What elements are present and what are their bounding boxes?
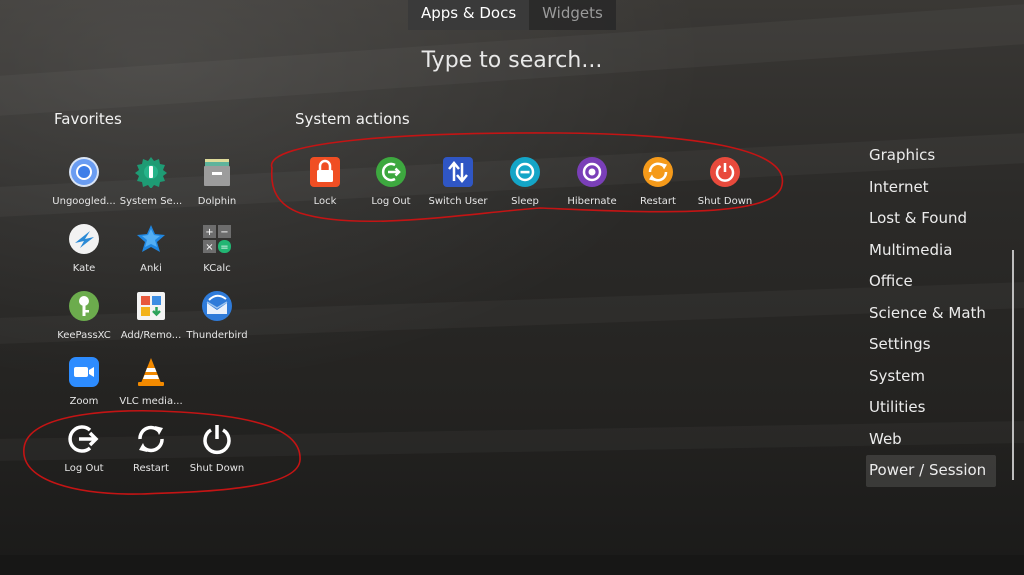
favorite-restart[interactable]: Restart (118, 423, 184, 474)
favorite-label: Add/Remo... (120, 330, 182, 341)
favorite-system-settings[interactable]: System Se... (118, 156, 184, 207)
category-lost-found[interactable]: Lost & Found (866, 203, 996, 235)
discover-icon (137, 292, 165, 320)
restart-icon (138, 425, 164, 453)
favorite-chromium[interactable]: Ungoogled... (51, 156, 117, 207)
dolphin-icon (204, 159, 230, 186)
action-label: Log Out (371, 196, 411, 207)
favorite-keepassxc[interactable]: KeePassXC (51, 290, 117, 341)
switch-user-icon (443, 157, 473, 187)
favorite-label: Shut Down (189, 463, 245, 474)
view-tab-bar: Apps & Docs Widgets (408, 0, 616, 30)
favorite-label: KeePassXC (57, 330, 111, 341)
category-settings[interactable]: Settings (866, 329, 996, 361)
favorite-zoom[interactable]: Zoom (51, 356, 117, 407)
restart-icon (643, 157, 673, 187)
favorite-label: Restart (133, 463, 169, 474)
favorite-log-out[interactable]: Log Out (51, 423, 117, 474)
favorite-label: Log Out (64, 463, 104, 474)
action-hibernate[interactable]: Hibernate (559, 156, 625, 207)
tab-apps-docs[interactable]: Apps & Docs (408, 0, 530, 30)
svg-text:+: + (205, 227, 213, 238)
action-restart[interactable]: Restart (625, 156, 691, 207)
category-list: Graphics Internet Lost & Found Multimedi… (866, 140, 996, 487)
system-settings-icon (135, 157, 167, 188)
favorites-heading: Favorites (54, 110, 122, 128)
svg-text:×: × (205, 242, 213, 253)
favorite-label: Ungoogled... (52, 196, 116, 207)
action-label: Lock (313, 196, 337, 207)
kate-icon (69, 224, 99, 254)
category-multimedia[interactable]: Multimedia (866, 235, 996, 267)
taskbar-strip (0, 555, 1024, 575)
favorite-label: Zoom (69, 396, 99, 407)
favorite-label: Kate (72, 263, 96, 274)
category-scrollbar[interactable] (1012, 250, 1014, 480)
category-office[interactable]: Office (866, 266, 996, 298)
favorite-kcalc[interactable]: + − × = KCalc (184, 223, 250, 274)
svg-text:−: − (220, 227, 228, 238)
category-graphics[interactable]: Graphics (866, 140, 996, 172)
favorite-dolphin[interactable]: Dolphin (184, 156, 250, 207)
power-icon (203, 425, 231, 455)
favorite-shut-down[interactable]: Shut Down (184, 423, 250, 474)
category-science-math[interactable]: Science & Math (866, 298, 996, 330)
category-internet[interactable]: Internet (866, 172, 996, 204)
action-shut-down[interactable]: Shut Down (692, 156, 758, 207)
category-web[interactable]: Web (866, 424, 996, 456)
anki-icon (137, 225, 165, 252)
category-power-session[interactable]: Power / Session (866, 455, 996, 487)
favorite-anki[interactable]: Anki (118, 223, 184, 274)
action-label: Shut Down (697, 196, 753, 207)
favorite-add-remove[interactable]: Add/Remo... (118, 290, 184, 341)
action-sleep[interactable]: Sleep (492, 156, 558, 207)
power-icon (710, 157, 740, 187)
favorite-label: KCalc (203, 263, 231, 274)
action-lock[interactable]: Lock (292, 156, 358, 207)
favorite-label: Thunderbird (186, 330, 248, 341)
sleep-icon (510, 157, 540, 187)
svg-text:=: = (220, 242, 228, 253)
action-label: Sleep (511, 196, 539, 207)
vlc-icon (138, 358, 164, 386)
chromium-icon (69, 157, 99, 187)
favorite-label: System Se... (119, 196, 183, 207)
favorite-label: Dolphin (197, 196, 237, 207)
keepassxc-icon (69, 291, 99, 321)
thunderbird-icon (202, 291, 232, 321)
logout-icon (376, 157, 406, 187)
search-field[interactable]: Type to search... (0, 48, 1024, 73)
favorite-thunderbird[interactable]: Thunderbird (184, 290, 250, 341)
action-log-out[interactable]: Log Out (358, 156, 424, 207)
action-label: Restart (640, 196, 676, 207)
kcalc-icon: + − × = (203, 225, 231, 253)
favorite-label: VLC media... (119, 396, 183, 407)
category-utilities[interactable]: Utilities (866, 392, 996, 424)
logout-icon (68, 425, 99, 453)
favorite-label: Anki (140, 263, 162, 274)
system-actions-heading: System actions (295, 110, 410, 128)
action-label: Hibernate (567, 196, 617, 207)
category-system[interactable]: System (866, 361, 996, 393)
action-switch-user[interactable]: Switch User (425, 156, 491, 207)
zoom-icon (69, 357, 99, 387)
lock-icon (310, 157, 340, 187)
hibernate-icon (577, 157, 607, 187)
favorite-kate[interactable]: Kate (51, 223, 117, 274)
favorite-vlc[interactable]: VLC media... (118, 356, 184, 407)
action-label: Switch User (428, 196, 488, 207)
tab-widgets[interactable]: Widgets (529, 0, 616, 30)
